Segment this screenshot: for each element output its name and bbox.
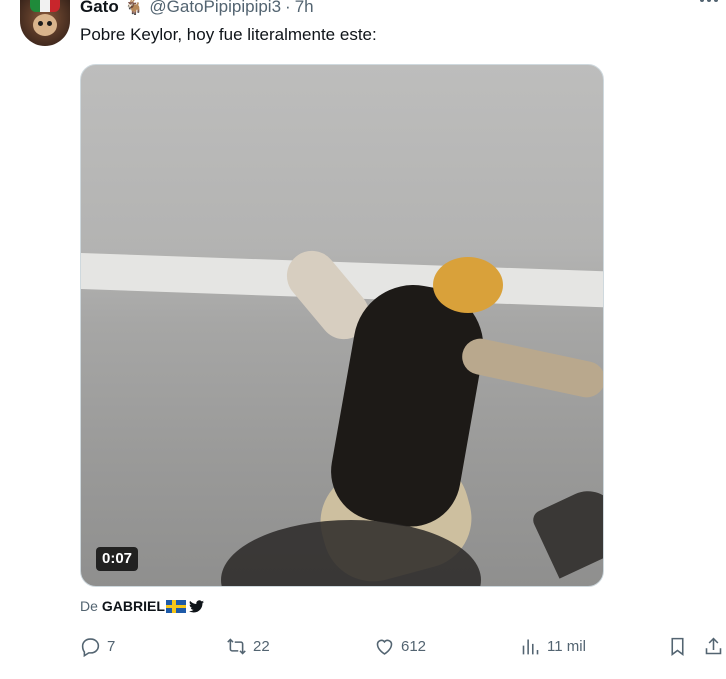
retweet-button[interactable]: 22 (226, 636, 270, 657)
separator: · (285, 0, 291, 16)
bookmark-icon (671, 637, 684, 656)
tweet-text: Pobre Keylor, hoy fue literalmente este: (80, 25, 377, 44)
views-chart-icon (522, 639, 539, 655)
media-attribution[interactable]: De GABRIEL (80, 598, 204, 614)
views-count: 11 mil (547, 638, 586, 655)
timestamp[interactable]: 7h (295, 0, 314, 17)
more-icon[interactable] (700, 0, 718, 2)
attribution-prefix: De (80, 598, 98, 614)
reply-button[interactable]: 7 (80, 636, 115, 657)
retweet-icon (227, 638, 246, 655)
author-name[interactable]: Gato (80, 0, 119, 17)
avatar-eye (47, 21, 52, 26)
avatar[interactable] (20, 0, 70, 46)
tweet-header: Gato 🐐 @GatoPipipipipi3 · 7h (80, 0, 314, 18)
avatar-hat (30, 0, 60, 12)
video-frame-shape (529, 481, 603, 579)
tweet-actions: 7 22 612 11 mil (80, 636, 726, 660)
heart-icon (376, 639, 393, 655)
avatar-eye (38, 21, 43, 26)
avatar-face (33, 14, 57, 36)
retweet-count: 22 (253, 638, 270, 655)
like-count: 612 (401, 638, 427, 655)
bookmark-button[interactable] (667, 636, 688, 657)
reply-count: 7 (107, 638, 116, 655)
video-frame-shape (458, 335, 603, 401)
goat-emoji-icon: 🐐 (124, 0, 144, 16)
video-duration-badge: 0:07 (96, 547, 139, 571)
like-button[interactable]: 612 (374, 636, 426, 657)
video-player[interactable]: 0:07 (80, 64, 604, 587)
share-icon (705, 637, 722, 655)
views-button[interactable]: 11 mil (520, 636, 586, 657)
twitter-bird-icon (188, 599, 204, 612)
attribution-author[interactable]: GABRIEL (102, 598, 165, 614)
video-frame-shape (433, 257, 503, 313)
author-handle[interactable]: @GatoPipipipipi3 (149, 0, 281, 17)
sweden-flag-icon (165, 599, 186, 613)
share-button[interactable] (703, 636, 724, 657)
reply-icon (81, 638, 100, 657)
